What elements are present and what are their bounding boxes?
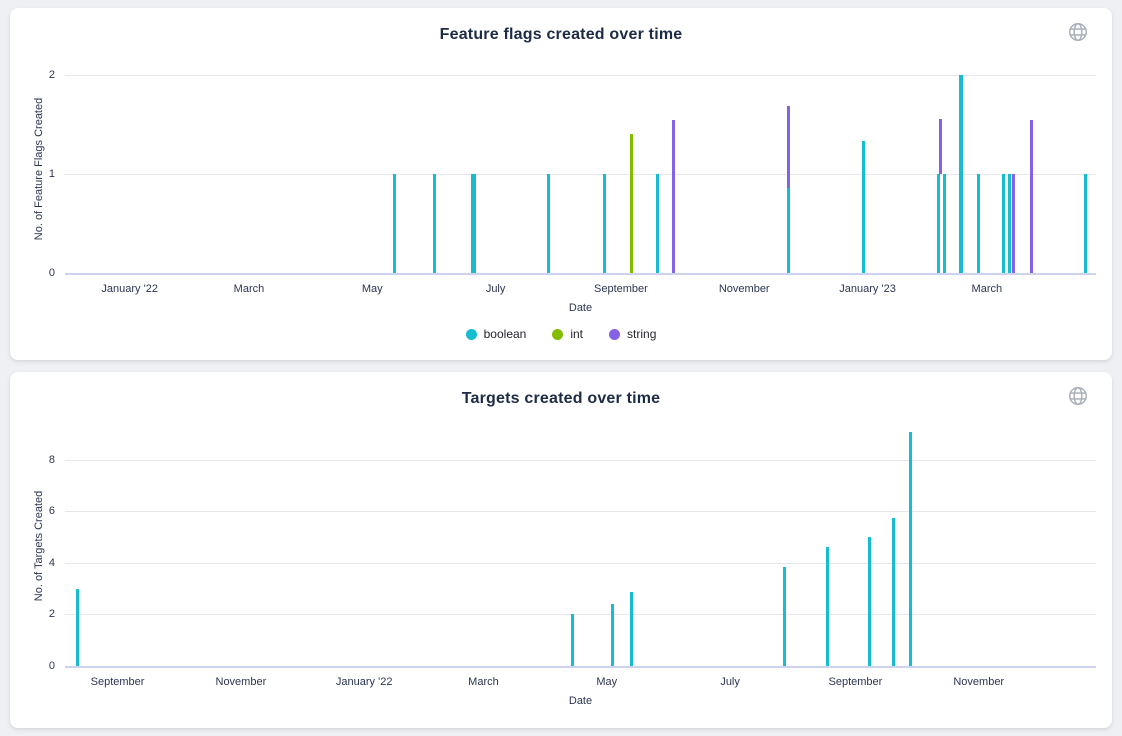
x-tick-label: September [829, 676, 883, 688]
column-string [939, 119, 942, 173]
column-targets [630, 592, 633, 666]
column-boolean [1002, 174, 1005, 273]
legend-item-boolean[interactable]: boolean [466, 327, 527, 341]
feature-flags-chart-card: Feature flags created over time No. of F… [10, 8, 1112, 360]
column-boolean [937, 174, 940, 273]
column-boolean [959, 75, 963, 273]
x-tick-label: September [91, 676, 145, 688]
column-boolean [656, 174, 659, 273]
x-tick-label: January '22 [336, 676, 393, 688]
chart-title: Targets created over time [10, 390, 1112, 408]
x-tick-label: November [216, 676, 267, 688]
y-tick-label: 0 [35, 267, 55, 279]
column-boolean [433, 174, 436, 273]
gridline [65, 563, 1096, 564]
column-boolean [1084, 174, 1087, 273]
x-tick-label: May [596, 676, 617, 688]
y-tick-label: 0 [35, 660, 55, 672]
x-tick-label: November [953, 676, 1004, 688]
x-tick-label: March [234, 283, 265, 295]
chart-area: No. of Feature Flags Created 012January … [10, 65, 1112, 341]
globe-icon[interactable] [1066, 384, 1090, 408]
column-string [1012, 174, 1015, 273]
x-tick-label: May [362, 283, 383, 295]
column-int [630, 134, 633, 273]
y-tick-label: 1 [35, 168, 55, 180]
column-boolean [393, 174, 396, 273]
plot-area: No. of Feature Flags Created 012January … [65, 65, 1096, 275]
x-tick-label: November [719, 283, 770, 295]
legend-item-int[interactable]: int [552, 327, 583, 341]
x-tick-label: January '22 [101, 283, 158, 295]
column-targets [826, 547, 829, 666]
column-targets [571, 614, 574, 666]
chart-title: Feature flags created over time [10, 26, 1112, 44]
legend-dot [552, 329, 563, 340]
gridline [65, 460, 1096, 461]
x-tick-label: March [972, 283, 1003, 295]
column-targets [783, 567, 786, 666]
legend-item-string[interactable]: string [609, 327, 656, 341]
legend: boolean int string [10, 327, 1112, 341]
gridline [65, 511, 1096, 512]
y-tick-label: 4 [35, 557, 55, 569]
card-header: Targets created over time [10, 372, 1112, 412]
x-tick-label: January '23 [839, 283, 896, 295]
x-tick-label: March [468, 676, 499, 688]
column-targets [909, 432, 912, 666]
plot-area: No. of Targets Created 02468SeptemberNov… [65, 426, 1096, 668]
column-string [787, 106, 790, 188]
column-string [672, 120, 675, 273]
x-tick-label: July [720, 676, 740, 688]
x-axis-title: Date [65, 302, 1096, 314]
gridline [65, 614, 1096, 615]
y-tick-label: 6 [35, 505, 55, 517]
column-targets [611, 604, 614, 666]
column-boolean [547, 174, 550, 273]
column-targets [892, 518, 895, 666]
column-boolean [1008, 174, 1011, 273]
legend-label: string [627, 327, 656, 341]
column-boolean [943, 174, 946, 273]
card-header: Feature flags created over time [10, 8, 1112, 48]
y-tick-label: 2 [35, 608, 55, 620]
column-targets [76, 589, 79, 666]
column-boolean [787, 188, 790, 273]
column-boolean [471, 174, 476, 273]
dashboard-page: { "page_background": "#eef0f3", "icon_co… [0, 0, 1122, 736]
y-tick-label: 8 [35, 454, 55, 466]
legend-label: int [570, 327, 583, 341]
gridline [65, 75, 1096, 76]
x-axis-title: Date [65, 695, 1096, 707]
y-tick-label: 2 [35, 69, 55, 81]
legend-dot [466, 329, 477, 340]
x-tick-label: July [486, 283, 506, 295]
column-boolean [603, 174, 606, 273]
legend-label: boolean [484, 327, 527, 341]
column-targets [868, 537, 871, 666]
column-boolean [977, 174, 980, 273]
column-string [1030, 120, 1033, 273]
targets-chart-card: Targets created over time No. of Targets… [10, 372, 1112, 728]
gridline [65, 174, 1096, 175]
globe-icon[interactable] [1066, 20, 1090, 44]
legend-dot [609, 329, 620, 340]
x-tick-label: September [594, 283, 648, 295]
column-boolean [862, 141, 865, 273]
chart-area: No. of Targets Created 02468SeptemberNov… [10, 426, 1112, 707]
